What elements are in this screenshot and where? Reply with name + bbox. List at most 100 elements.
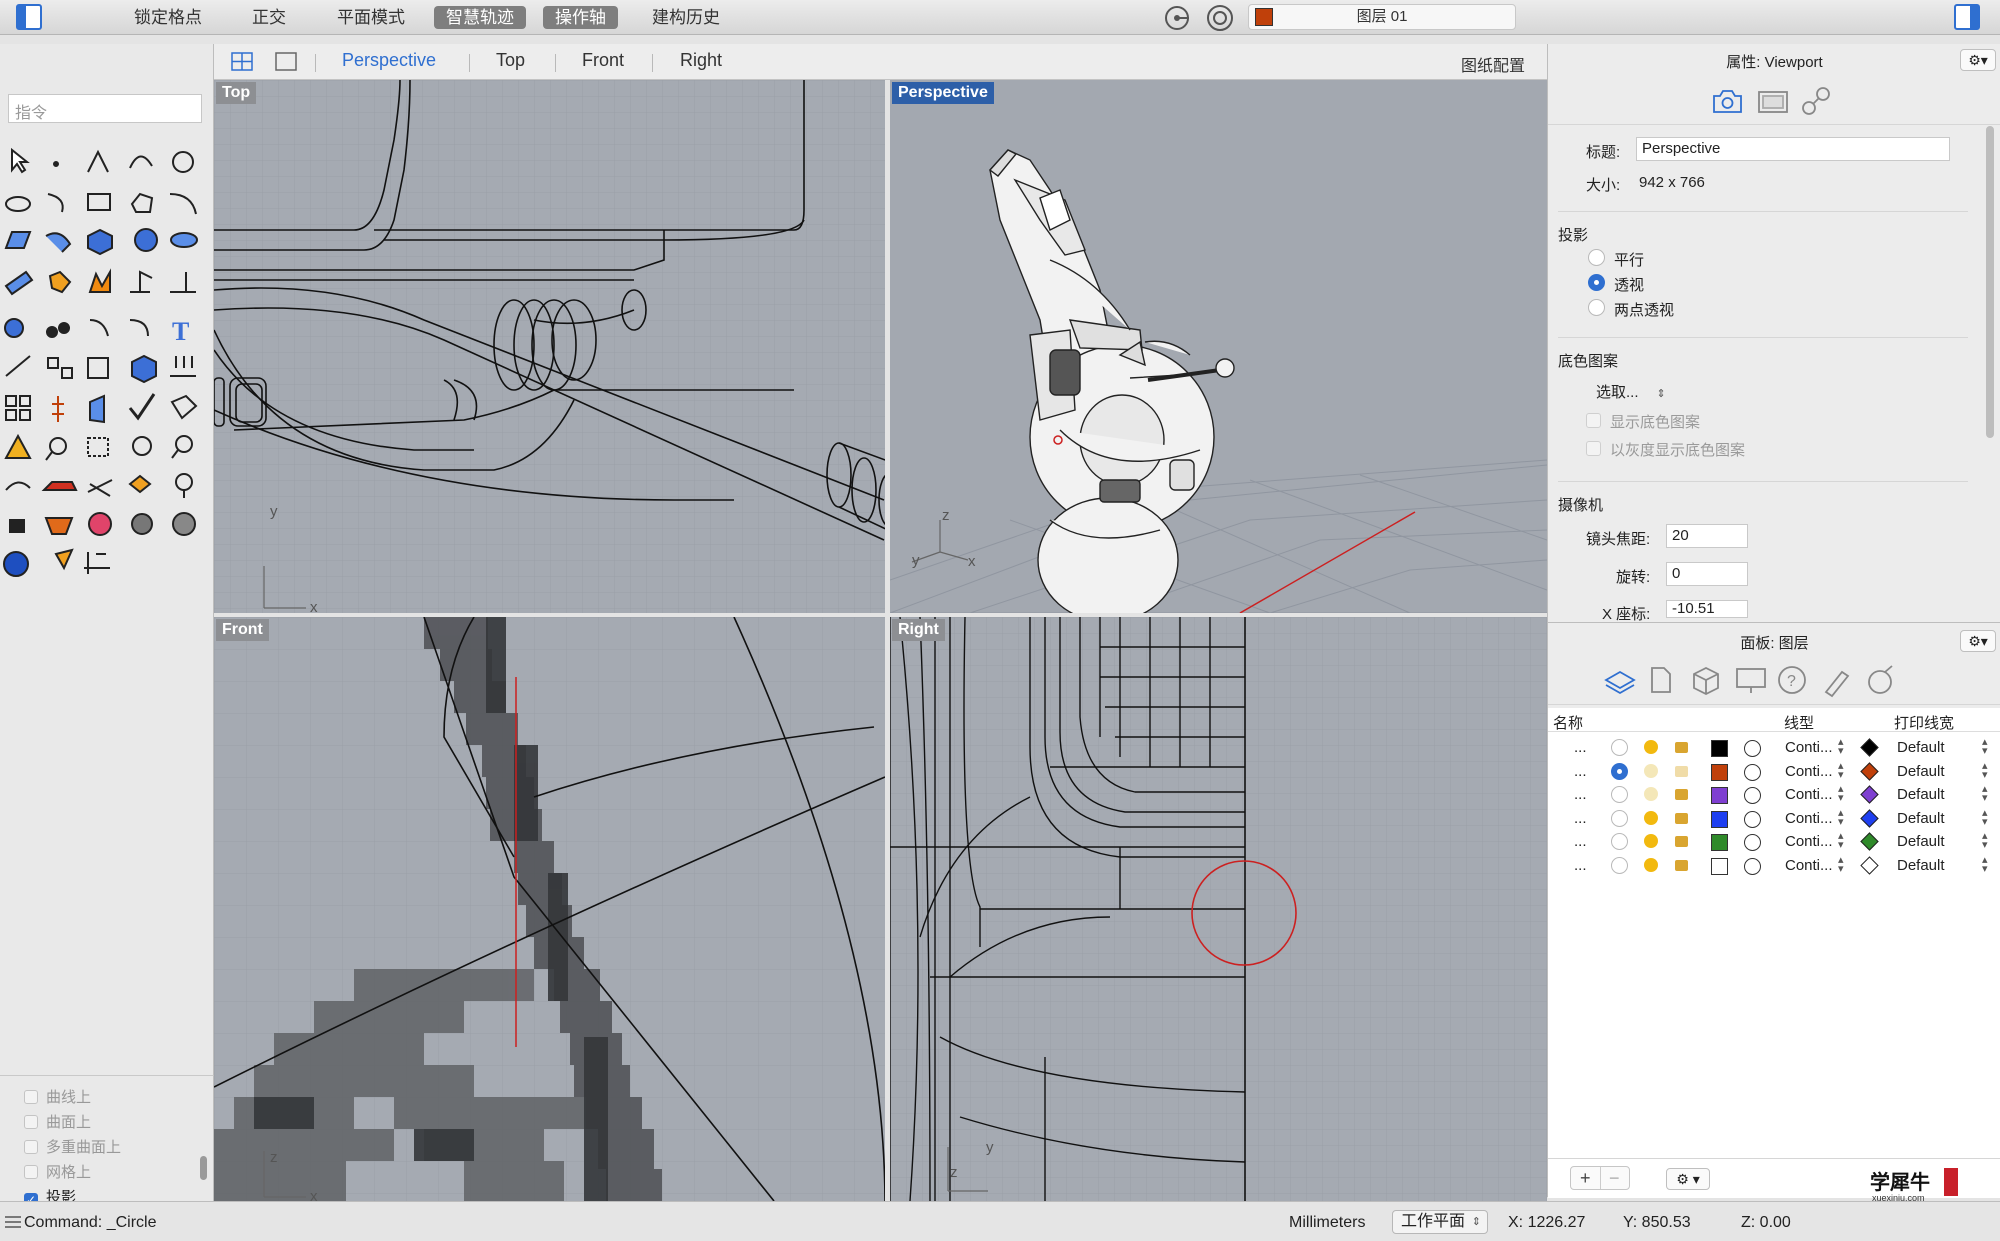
planar-button[interactable]: 平面模式 (325, 6, 417, 29)
tab-right[interactable]: Right (680, 50, 722, 71)
remove-layer-button[interactable]: − (1609, 1167, 1620, 1189)
osnap-scrollbar[interactable] (200, 1156, 207, 1180)
projection-two-point-radio[interactable] (1588, 299, 1605, 316)
layer-linetype[interactable]: Conti... (1785, 786, 1833, 803)
current-layer-selector[interactable]: 图层 01 (1248, 4, 1516, 30)
layer-row[interactable]: ... Conti... ▴ ▾ Default ▴ ▾ (1548, 807, 2000, 831)
single-view-layout-icon[interactable] (274, 51, 298, 73)
layer-linetype[interactable]: Conti... (1785, 810, 1833, 827)
current-layer-radio[interactable] (1611, 833, 1628, 851)
layer-printwidth[interactable]: Default (1897, 786, 1945, 803)
osnap-target-icon[interactable] (1163, 4, 1191, 32)
layer-linetype[interactable]: Conti... (1785, 763, 1833, 780)
lock-icon[interactable] (1675, 765, 1688, 777)
layer-color-swatch[interactable] (1711, 858, 1728, 875)
xcoord-field[interactable]: -10.51 (1666, 600, 1748, 618)
osnap-on-surface[interactable]: 曲面上 (24, 1111, 91, 1132)
layer-options-button[interactable]: ⚙ ▾ (1666, 1168, 1710, 1190)
viewport-front[interactable]: z x Front (214, 617, 885, 1201)
layout-button[interactable]: 图纸配置 (1461, 52, 1525, 76)
layer-color-swatch[interactable] (1711, 834, 1728, 852)
layer-name[interactable]: ... (1574, 763, 1587, 780)
material-circle-icon[interactable] (1744, 763, 1761, 781)
tab-top[interactable]: Top (496, 50, 525, 71)
viewport-label-top[interactable]: Top (216, 82, 257, 104)
title-field[interactable]: Perspective (1636, 137, 1950, 161)
print-color-diamond[interactable] (1860, 832, 1879, 852)
lock-icon[interactable] (1675, 789, 1688, 801)
viewport-label-front[interactable]: Front (216, 619, 269, 641)
four-view-layout-icon[interactable] (230, 51, 254, 73)
viewport-perspective[interactable]: z y x Perspective (890, 80, 1547, 613)
print-color-diamond[interactable] (1860, 856, 1879, 875)
lens-field[interactable]: 20 (1666, 524, 1748, 548)
projection-perspective-radio[interactable] (1588, 274, 1605, 291)
right-sidebar-toggle-icon[interactable] (1954, 4, 1980, 30)
material-circle-icon[interactable] (1744, 810, 1761, 828)
osnap-on-polysurface[interactable]: 多重曲面上 (24, 1136, 121, 1157)
command-history[interactable]: Command: _Circle (24, 1214, 156, 1232)
lightbulb-icon[interactable] (1644, 787, 1658, 802)
layer-row[interactable]: ... Conti... ▴ ▾ Default ▴ ▾ (1548, 736, 2000, 760)
column-linetype[interactable]: 线型 (1784, 712, 1814, 733)
material-circle-icon[interactable] (1744, 740, 1761, 757)
current-layer-radio[interactable] (1611, 809, 1628, 827)
layer-printwidth[interactable]: Default (1897, 739, 1945, 756)
current-layer-radio[interactable] (1611, 762, 1628, 780)
wallpaper-select[interactable]: 选取... ⇕ (1596, 381, 1666, 402)
ortho-button[interactable]: 正交 (240, 6, 298, 29)
properties-scrollbar[interactable] (1986, 126, 1994, 438)
layer-color-swatch[interactable] (1711, 763, 1728, 781)
layer-name[interactable]: ... (1574, 857, 1587, 874)
layer-printwidth[interactable]: Default (1897, 857, 1945, 874)
layer-name[interactable]: ... (1574, 833, 1587, 850)
gumball-button[interactable]: 操作轴 (543, 6, 618, 29)
cplane-selector[interactable]: 工作平面 ⇕ (1392, 1210, 1488, 1234)
layer-name[interactable]: ... (1574, 786, 1587, 803)
left-sidebar-toggle-icon[interactable] (16, 4, 42, 30)
lock-icon[interactable] (1675, 860, 1688, 871)
layer-row[interactable]: ... Conti... ▴ ▾ Default ▴ ▾ (1548, 854, 2000, 878)
osnap-on-curve[interactable]: 曲线上 (24, 1086, 91, 1107)
layer-name[interactable]: ... (1574, 810, 1587, 827)
record-icon[interactable] (1206, 4, 1234, 32)
current-layer-radio[interactable] (1611, 857, 1628, 874)
show-wallpaper-checkbox[interactable] (1586, 413, 1601, 428)
layer-add-remove[interactable]: + − (1570, 1166, 1630, 1190)
snap-grid-button[interactable]: 锁定格点 (122, 6, 214, 29)
layer-color-swatch[interactable] (1711, 787, 1728, 805)
layer-color-swatch[interactable] (1711, 740, 1728, 757)
rotation-field[interactable]: 0 (1666, 562, 1748, 586)
material-circle-icon[interactable] (1744, 858, 1761, 875)
layer-name[interactable]: ... (1574, 739, 1587, 756)
lightbulb-icon[interactable] (1644, 834, 1658, 849)
command-input[interactable]: 指令 (8, 94, 202, 123)
layer-row[interactable]: ... Conti... ▴ ▾ Default ▴ ▾ (1548, 830, 2000, 854)
lightbulb-icon[interactable] (1644, 740, 1658, 754)
lock-icon[interactable] (1675, 742, 1688, 753)
projection-parallel-radio[interactable] (1588, 249, 1605, 266)
print-color-diamond[interactable] (1860, 809, 1879, 828)
viewport-right[interactable]: z y Right (890, 617, 1547, 1201)
print-color-diamond[interactable] (1860, 738, 1879, 757)
layer-printwidth[interactable]: Default (1897, 833, 1945, 850)
lock-icon[interactable] (1675, 836, 1688, 848)
layers-gear-button[interactable]: ⚙▾ (1960, 630, 1996, 652)
smarttrack-button[interactable]: 智慧轨迹 (434, 6, 526, 29)
osnap-on-mesh[interactable]: 网格上 (24, 1161, 91, 1182)
add-layer-button[interactable]: + (1580, 1167, 1591, 1189)
properties-gear-button[interactable]: ⚙▾ (1960, 49, 1996, 71)
layer-row[interactable]: ... Conti... ▴ ▾ Default ▴ ▾ (1548, 783, 2000, 807)
gray-wallpaper-checkbox[interactable] (1586, 441, 1601, 456)
layer-linetype[interactable]: Conti... (1785, 739, 1833, 756)
current-layer-radio[interactable] (1611, 786, 1628, 804)
column-name[interactable]: 名称 (1553, 712, 1583, 733)
layer-color-swatch[interactable] (1711, 810, 1728, 828)
lightbulb-icon[interactable] (1644, 763, 1658, 778)
viewport-label-perspective[interactable]: Perspective (892, 82, 994, 104)
history-button[interactable]: 建构历史 (640, 6, 732, 29)
layer-linetype[interactable]: Conti... (1785, 833, 1833, 850)
menu-lines-icon[interactable] (4, 1215, 22, 1229)
viewport-label-right[interactable]: Right (892, 619, 945, 641)
column-printwidth[interactable]: 打印线宽 (1894, 712, 1954, 733)
